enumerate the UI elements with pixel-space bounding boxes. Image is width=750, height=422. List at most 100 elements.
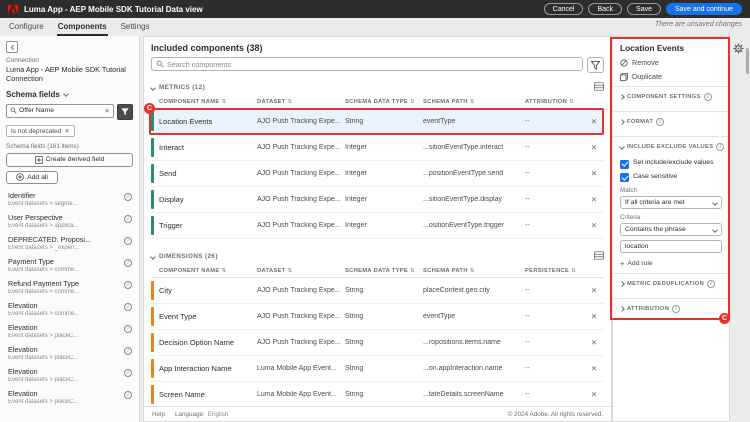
info-icon[interactable]: i (124, 368, 132, 377)
column-header-dataset[interactable]: DATASET ⇅ (257, 99, 345, 105)
checkbox-checked-icon[interactable] (620, 159, 629, 169)
collapse-sidebar-icon[interactable] (6, 41, 18, 53)
table-row-app-interaction-name[interactable]: App Interaction Name Luma Mobile App Eve… (151, 356, 604, 382)
table-settings-icon[interactable] (594, 82, 604, 93)
column-header-component-name[interactable]: COMPONENT NAME ⇅ (151, 99, 257, 105)
create-derived-field-button[interactable]: Create derived field (6, 152, 133, 167)
info-icon[interactable]: i (124, 324, 132, 333)
save-button[interactable]: Save (627, 3, 661, 15)
case-sensitive-checkbox[interactable]: Case sensitive (620, 173, 722, 182)
save-and-continue-button[interactable]: Save and continue (666, 3, 742, 15)
info-icon[interactable]: i (124, 192, 132, 201)
column-header-component-name[interactable]: COMPONENT NAME ⇅ (151, 268, 257, 274)
list-item[interactable]: Elevation Event datasets > placeC... i (6, 342, 133, 364)
table-row-decision-option-name[interactable]: Decision Option Name AJO Push Tracking E… (151, 330, 604, 356)
remove-row-icon[interactable]: ✕ (584, 143, 604, 152)
match-select[interactable]: If all criteria are met (620, 196, 722, 209)
table-row-location-events[interactable]: C Location Events AJO Push Tracking Expe… (144, 103, 604, 135)
dimensions-section-header[interactable]: DIMENSIONS (26) (150, 251, 604, 262)
table-row-display[interactable]: Display AJO Push Tracking Expe... Intege… (151, 187, 604, 213)
table-row-event-type[interactable]: Event Type AJO Push Tracking Expe... Str… (151, 304, 604, 330)
list-item[interactable]: Payment Type Event datasets > comme... i (6, 254, 133, 276)
components-search-input[interactable] (151, 57, 583, 71)
remove-row-icon[interactable]: ✕ (584, 195, 604, 204)
language-select[interactable]: English (208, 411, 229, 418)
remove-row-icon[interactable]: ✕ (584, 364, 604, 373)
list-item[interactable]: User Perspective Event datasets > applic… (6, 210, 133, 232)
remove-row-icon[interactable]: ✕ (584, 221, 604, 230)
fields-type-selector[interactable]: Schema fields (6, 90, 133, 99)
help-link[interactable]: Help (152, 411, 165, 418)
table-settings-icon[interactable] (594, 251, 604, 262)
components-filter-button[interactable] (587, 57, 604, 73)
column-header-schema-path[interactable]: SCHEMA PATH ⇅ (423, 99, 525, 105)
info-icon[interactable]: i (124, 214, 132, 223)
add-all-button[interactable]: Add all (6, 170, 58, 184)
remove-label: Remove (632, 58, 659, 67)
remove-row-icon[interactable]: ✕ (584, 312, 604, 321)
info-icon[interactable]: i (124, 390, 132, 399)
table-row-trigger[interactable]: Trigger AJO Push Tracking Expe... Intege… (151, 213, 604, 239)
tab-components[interactable]: Components (56, 20, 108, 36)
cancel-button[interactable]: Cancel (543, 3, 584, 15)
remove-row-icon[interactable]: ✕ (584, 117, 604, 126)
info-icon[interactable]: i (656, 118, 665, 126)
column-header-attribution[interactable]: ATTRIBUTION ⇅ (525, 99, 584, 105)
back-button[interactable]: Back (588, 3, 623, 15)
set-include-exclude-checkbox[interactable]: Set include/exclude values (620, 159, 722, 169)
column-header-schema-data-type[interactable]: SCHEMA DATA TYPE ⇅ (345, 99, 423, 105)
column-header-schema-path[interactable]: SCHEMA PATH ⇅ (423, 268, 525, 274)
filter-chip-not-deprecated[interactable]: Is not deprecated ✕ (6, 125, 75, 138)
table-row-city[interactable]: City AJO Push Tracking Expe... String pl… (151, 278, 604, 304)
section-attribution[interactable]: ATTRIBUTION i (619, 299, 722, 318)
info-icon[interactable]: i (124, 258, 132, 267)
info-icon[interactable]: i (672, 305, 681, 313)
section-format[interactable]: FORMAT i (619, 112, 722, 131)
info-icon[interactable]: i (124, 280, 132, 289)
list-item[interactable]: Elevation Event datasets > placeC... i (6, 320, 133, 342)
section-metric-deduplication[interactable]: METRIC DEDUPLICATION i (619, 274, 722, 293)
list-item[interactable]: DEPRECATED: Proposi... Event datasets > … (6, 232, 133, 254)
remove-row-icon[interactable]: ✕ (584, 338, 604, 347)
sidebar-filter-button[interactable] (117, 103, 133, 120)
column-header-persistence[interactable]: PERSISTENCE ⇅ (525, 268, 584, 274)
list-item[interactable]: Refund Payment Type Event datasets > com… (6, 276, 133, 298)
column-header-schema-data-type[interactable]: SCHEMA DATA TYPE ⇅ (345, 268, 423, 274)
column-header-dataset[interactable]: DATASET ⇅ (257, 268, 345, 274)
tab-settings[interactable]: Settings (120, 20, 151, 36)
remove-row-icon[interactable]: ✕ (584, 390, 604, 399)
list-item[interactable]: Elevation Event datasets > placeC... i (6, 364, 133, 386)
tab-configure[interactable]: Configure (8, 20, 45, 36)
info-icon[interactable]: i (707, 280, 716, 288)
remove-row-icon[interactable]: ✕ (584, 286, 604, 295)
info-icon[interactable]: i (703, 93, 712, 101)
info-icon[interactable]: i (124, 236, 132, 245)
sidebar-search-field[interactable] (19, 107, 103, 115)
components-search-field[interactable] (167, 59, 578, 69)
list-item[interactable]: Identifier Event datasets > segme... i (6, 188, 133, 210)
clear-search-icon[interactable]: ✕ (105, 107, 110, 115)
checkbox-checked-icon[interactable] (620, 173, 629, 182)
criteria-value-input[interactable] (620, 240, 722, 253)
list-item[interactable]: Elevation Event datasets > comme... i (6, 298, 133, 320)
scrollbar-thumb[interactable] (746, 48, 749, 74)
section-component-settings[interactable]: COMPONENT SETTINGS i (619, 87, 722, 106)
remove-filter-icon[interactable]: ✕ (64, 127, 69, 135)
metrics-section-header[interactable]: METRICS (12) (150, 82, 604, 93)
criteria-value-field[interactable] (625, 243, 717, 250)
table-row-send[interactable]: Send AJO Push Tracking Expe... Integer .… (151, 161, 604, 187)
table-row-screen-name[interactable]: Screen Name Luma Mobile App Event... Str… (151, 382, 604, 408)
sidebar-search-input[interactable]: ✕ (6, 103, 114, 118)
table-row-interact[interactable]: Interact AJO Push Tracking Expe... Integ… (151, 135, 604, 161)
settings-gear-icon[interactable] (733, 41, 744, 59)
add-rule-button[interactable]: + Add rule (620, 259, 722, 268)
remove-component-button[interactable]: Remove (620, 58, 722, 67)
remove-row-icon[interactable]: ✕ (584, 169, 604, 178)
criteria-select[interactable]: Contains the phrase (620, 223, 722, 236)
list-item[interactable]: Elevation Event datasets > placeC... i (6, 386, 133, 408)
info-icon[interactable]: i (716, 143, 725, 151)
duplicate-component-button[interactable]: Duplicate (620, 72, 722, 81)
section-include-exclude-values[interactable]: INCLUDE EXCLUDE VALUES i (619, 137, 725, 156)
info-icon[interactable]: i (124, 346, 132, 355)
info-icon[interactable]: i (124, 302, 132, 311)
